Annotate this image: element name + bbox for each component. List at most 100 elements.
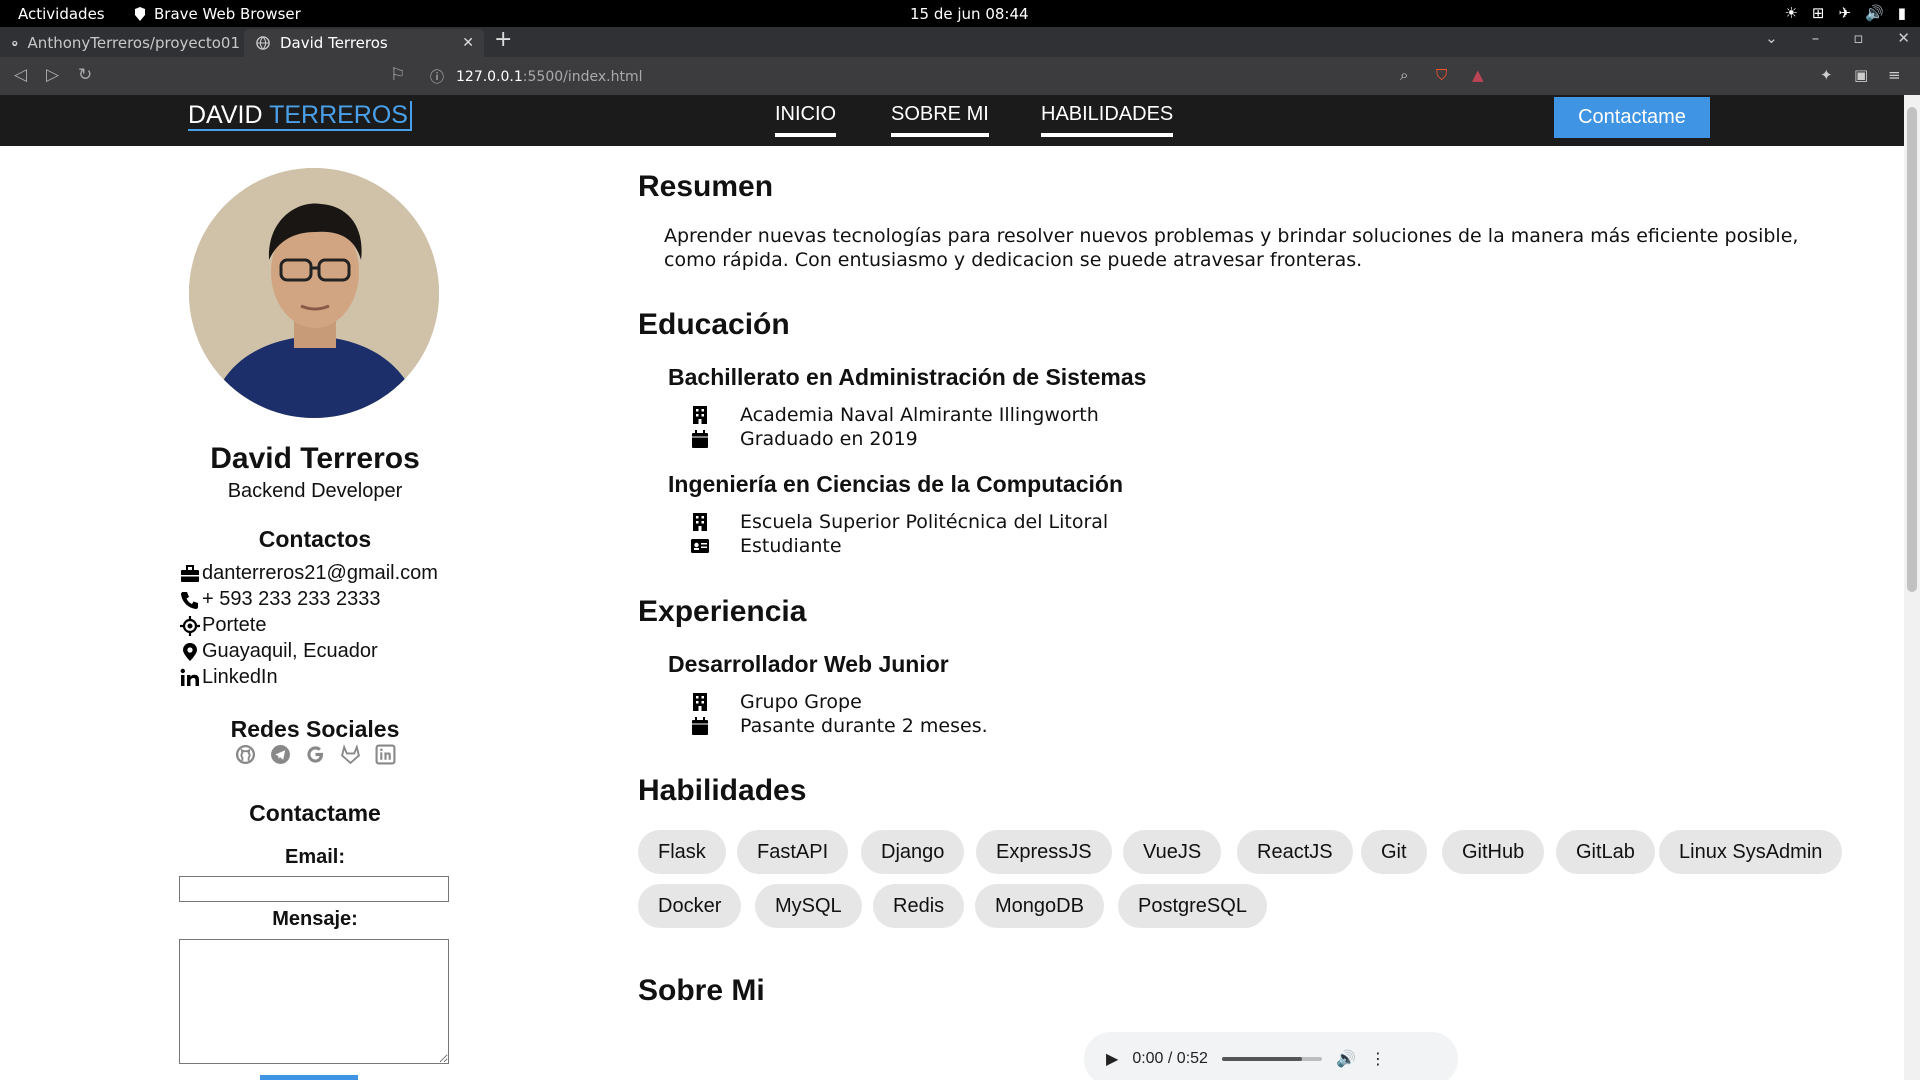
volume-icon[interactable]: 🔊	[1336, 1049, 1356, 1069]
battery-icon: ▮	[1897, 4, 1906, 22]
site-logo[interactable]: DAVID TERREROS	[188, 101, 412, 131]
tab-search-icon[interactable]: ⌄	[1765, 29, 1778, 47]
volume-icon: 🔊	[1865, 4, 1884, 22]
new-tab-button[interactable]: +	[494, 27, 512, 52]
skill-chip: VueJS	[1123, 830, 1222, 874]
gitlab-icon[interactable]	[340, 744, 361, 765]
night-light-icon: ☀	[1784, 4, 1798, 22]
education-degree: Bachillerato en Administración de Sistem…	[668, 364, 1147, 390]
url-field[interactable]: ⓘ 127.0.0.1:5500/index.html	[430, 67, 643, 87]
github-icon	[12, 40, 18, 46]
page-scrollbar[interactable]	[1904, 95, 1920, 1080]
reload-icon[interactable]: ↻	[78, 65, 92, 85]
app-name: Brave Web Browser	[154, 5, 301, 23]
experience-company: Grupo Grope	[690, 691, 862, 713]
window-controls: ⌄ – ▫ ✕	[1765, 29, 1910, 47]
scrollbar-thumb[interactable]	[1907, 107, 1917, 592]
network-icon: ⊞	[1811, 4, 1825, 22]
map-pin-icon	[183, 642, 197, 661]
forward-icon[interactable]: ▷	[46, 65, 59, 85]
contact-linkedin[interactable]: LinkedIn	[180, 666, 278, 689]
education-degree: Ingeniería en Ciencias de la Computación	[668, 471, 1124, 497]
skill-chip: Linux SysAdmin	[1659, 830, 1843, 874]
play-icon[interactable]: ▶	[1106, 1049, 1118, 1069]
experience-position: Desarrollador Web Junior	[668, 651, 949, 677]
audio-seek-slider[interactable]	[1221, 1057, 1322, 1061]
building-icon	[693, 513, 707, 531]
contact-location[interactable]: Portete	[180, 614, 266, 637]
phone-icon	[181, 591, 198, 609]
os-top-bar: Actividades Brave Web Browser 15 de jun …	[0, 0, 1920, 27]
education-status: Estudiante	[690, 535, 842, 557]
audio-time: 0:00 / 0:52	[1132, 1050, 1208, 1067]
contact-text: danterreros21@gmail.com	[202, 562, 438, 584]
email-input[interactable]	[179, 876, 449, 902]
contact-city[interactable]: Guayaquil, Ecuador	[180, 640, 378, 663]
activities-button[interactable]: Actividades	[18, 5, 105, 23]
briefcase-icon	[181, 564, 199, 582]
site-info-icon[interactable]: ⓘ	[430, 67, 444, 87]
brave-rewards-icon[interactable]: ▲	[1472, 66, 1484, 84]
menu-icon[interactable]: ≡	[1888, 66, 1901, 84]
message-textarea[interactable]	[179, 939, 449, 1064]
contacts-heading: Contactos	[258, 526, 372, 552]
maximize-button[interactable]: ▫	[1853, 29, 1863, 47]
education-institution: Escuela Superior Politécnica del Litoral	[690, 511, 1108, 533]
education-institution: Academia Naval Almirante Illingworth	[690, 404, 1099, 426]
linkedin-icon[interactable]	[375, 744, 396, 765]
contact-email[interactable]: danterreros21@gmail.com	[180, 562, 438, 585]
brave-shields-icon[interactable]: ⛉	[1436, 66, 1447, 84]
skill-chip: GitLab	[1556, 830, 1655, 874]
github-icon[interactable]	[235, 744, 256, 765]
telegram-icon[interactable]	[270, 744, 291, 765]
audio-player: ▶ 0:00 / 0:52 🔊 ⋮	[1084, 1032, 1458, 1080]
contact-phone[interactable]: + 593 233 233 2333	[180, 588, 381, 611]
url-host: 127.0.0.1	[456, 69, 523, 85]
social-heading: Redes Sociales	[230, 716, 400, 742]
location-crosshair-icon	[180, 615, 200, 636]
minimize-button[interactable]: –	[1812, 29, 1820, 47]
wallet-icon[interactable]: ▣	[1854, 66, 1868, 84]
calendar-icon	[692, 717, 708, 735]
tab-close-icon[interactable]: ✕	[462, 35, 474, 51]
nav-habilidades[interactable]: HABILIDADES	[1041, 103, 1174, 137]
more-options-icon[interactable]: ⋮	[1370, 1049, 1386, 1069]
profile-name: David Terreros	[210, 442, 420, 475]
back-icon[interactable]: ◁	[14, 65, 27, 85]
skill-chip: Git	[1361, 830, 1427, 874]
contact-text: Portete	[202, 614, 267, 636]
google-icon[interactable]	[305, 744, 326, 765]
extensions-icon[interactable]: ✦	[1820, 66, 1833, 84]
building-icon	[693, 693, 707, 711]
tab-david-terreros[interactable]: David Terreros ✕	[244, 29, 484, 57]
nav-sobre-mi[interactable]: SOBRE MI	[891, 103, 989, 137]
company-text: Grupo Grope	[740, 691, 862, 713]
profile-role: Backend Developer	[227, 480, 403, 502]
skill-chip: Flask	[638, 830, 726, 874]
bookmark-icon[interactable]: ⚐	[390, 65, 405, 85]
avatar	[189, 168, 439, 418]
experience-detail: Pasante durante 2 meses.	[690, 715, 988, 737]
clock[interactable]: 15 de jun 08:44	[910, 5, 1029, 23]
social-links	[235, 744, 396, 765]
system-tray[interactable]: ☀ ⊞ ✈ 🔊 ▮	[1784, 4, 1906, 22]
avatar-illustration	[189, 168, 439, 418]
education-status: Graduado en 2019	[690, 428, 918, 450]
tab-github[interactable]: AnthonyTerreros/proyecto01	[0, 29, 240, 57]
id-card-icon	[691, 539, 709, 553]
detail-text: Pasante durante 2 meses.	[740, 715, 988, 737]
skill-chip: Django	[861, 830, 965, 874]
education-heading: Educación	[638, 308, 790, 341]
audio-seek-fill	[1221, 1057, 1302, 1061]
contact-form-heading: Contactame	[249, 800, 381, 826]
tab-strip: AnthonyTerreros/proyecto01 David Terrero…	[0, 27, 1920, 57]
brave-lion-icon	[135, 7, 145, 21]
nav-inicio[interactable]: INICIO	[775, 103, 837, 137]
app-menu[interactable]: Brave Web Browser	[134, 5, 301, 23]
zoom-icon[interactable]: ⌕	[1400, 66, 1408, 84]
brand-first: DAVID	[188, 101, 263, 129]
close-window-button[interactable]: ✕	[1897, 29, 1910, 47]
url-path: :5500/index.html	[522, 69, 643, 85]
send-button[interactable]	[260, 1075, 358, 1080]
contactame-button[interactable]: Contactame	[1554, 97, 1710, 138]
